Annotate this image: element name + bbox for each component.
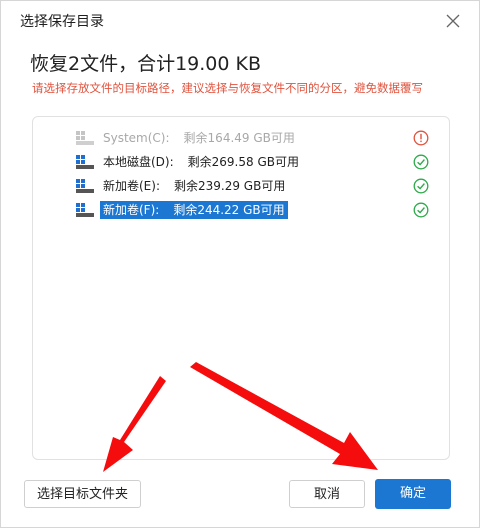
drive-free-space: 剩余164.49 GB可用 [183, 131, 295, 145]
drive-item-d[interactable]: 本地磁盘(D): 剩余269.58 GB可用 [33, 151, 449, 173]
path-hint: 请选择存放文件的目标路径，建议选择与恢复文件不同的分区，避免数据覆写 [32, 81, 423, 95]
check-icon [413, 178, 429, 194]
drive-icon [76, 179, 94, 193]
dialog-title: 选择保存目录 [20, 14, 104, 30]
drive-name: 本地磁盘(D): [103, 155, 174, 169]
drive-free-space: 剩余269.58 GB可用 [187, 155, 299, 169]
drive-item-f[interactable]: 新加卷(F): 剩余244.22 GB可用 [33, 199, 449, 221]
save-directory-dialog: 选择保存目录 恢复2文件，合计19.00 KB 请选择存放文件的目标路径，建议选… [0, 0, 480, 528]
check-icon [413, 202, 429, 218]
drive-icon [76, 131, 94, 145]
drive-free-space: 剩余239.29 GB可用 [174, 179, 286, 193]
drive-free-space: 剩余244.22 GB可用 [173, 203, 285, 217]
drive-list: System(C): 剩余164.49 GB可用 本地磁盘(D): 剩余269.58… [32, 116, 450, 460]
drive-label: System(C): 剩余164.49 GB可用 [100, 129, 298, 147]
drive-name: 新加卷(F): [103, 203, 160, 217]
check-icon [413, 154, 429, 170]
cancel-button[interactable]: 取消 [289, 480, 365, 508]
drive-label: 本地磁盘(D): 剩余269.58 GB可用 [100, 153, 302, 171]
close-icon[interactable] [441, 9, 465, 33]
drive-label: 新加卷(E): 剩余239.29 GB可用 [100, 177, 288, 195]
drive-label: 新加卷(F): 剩余244.22 GB可用 [100, 201, 288, 219]
ok-button[interactable]: 确定 [375, 479, 451, 509]
select-target-folder-button[interactable]: 选择目标文件夹 [24, 480, 141, 508]
drive-name: System(C): [103, 131, 170, 145]
drive-item-e[interactable]: 新加卷(E): 剩余239.29 GB可用 [33, 175, 449, 197]
warning-icon [413, 130, 429, 146]
drive-name: 新加卷(E): [103, 179, 160, 193]
drive-item-c: System(C): 剩余164.49 GB可用 [33, 127, 449, 149]
drive-icon [76, 155, 94, 169]
recovery-summary: 恢复2文件，合计19.00 KB [30, 53, 262, 75]
drive-icon [76, 203, 94, 217]
